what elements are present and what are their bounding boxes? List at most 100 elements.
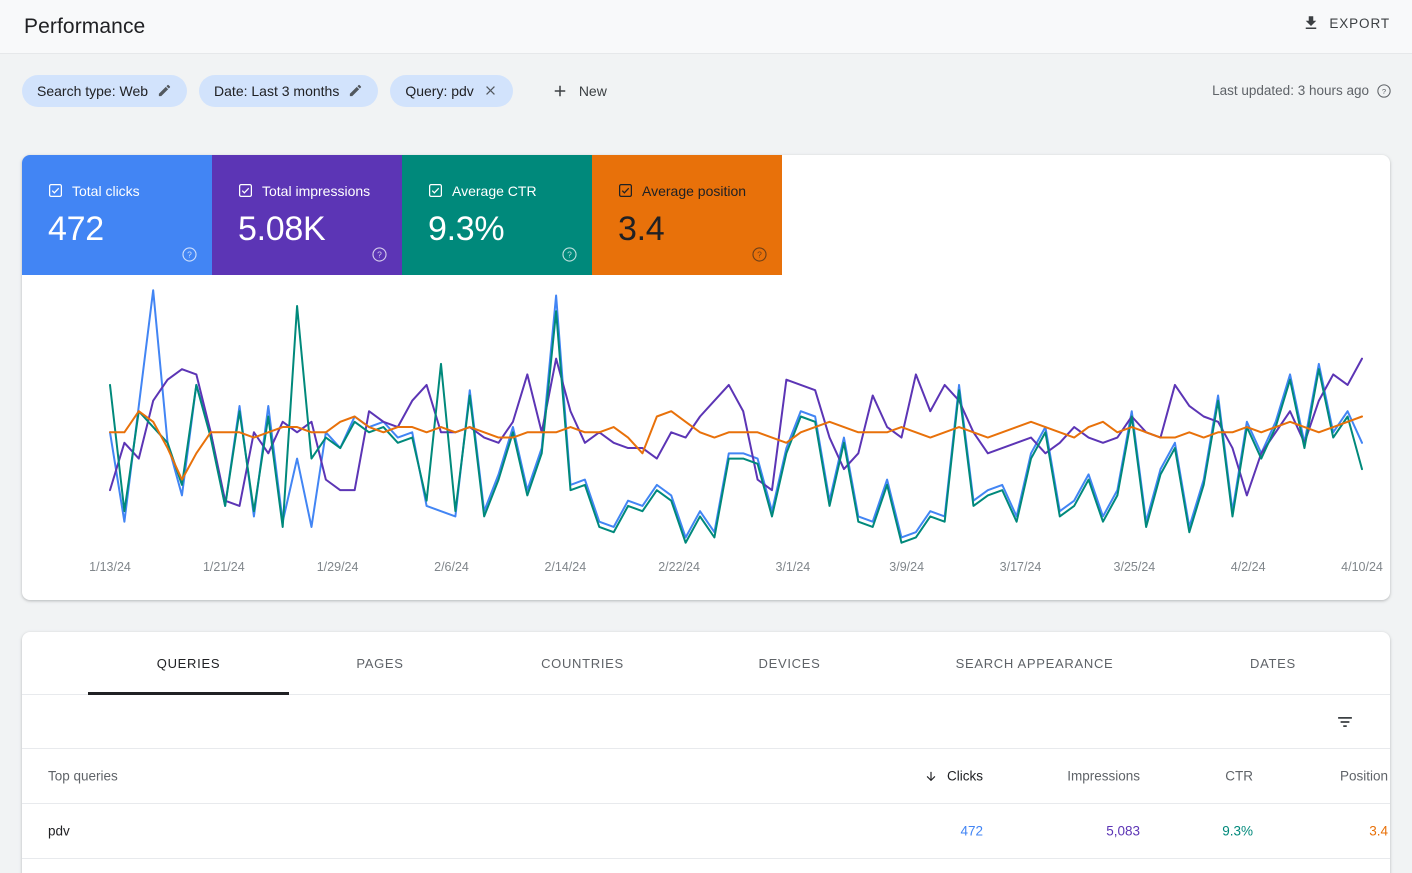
filter-chip-list: Search type: Web Date: Last 3 months Que… [22,74,617,107]
column-header-label: Clicks [947,768,983,784]
filter-chip-date[interactable]: Date: Last 3 months [199,74,379,107]
metric-card-average-position[interactable]: Average position 3.4? [592,155,782,275]
x-axis-tick: 2/22/24 [658,560,700,574]
tab-label: PAGES [356,656,404,671]
plus-icon [551,82,569,100]
tab-pages[interactable]: PAGES [312,632,448,695]
column-header-clicks[interactable]: Clicks [924,769,983,784]
cell-clicks: 472 [960,823,983,839]
checkbox-checked-icon[interactable] [48,183,63,198]
x-axis-tick: 3/9/24 [889,560,925,574]
metric-value: 9.3% [428,210,505,248]
chart-series-average-ctr [109,305,1363,544]
column-header-impressions[interactable]: Impressions [1067,769,1140,784]
metric-value: 3.4 [618,210,665,248]
filter-bar: Search type: Web Date: Last 3 months Que… [0,55,1412,126]
export-button[interactable]: EXPORT [1292,8,1400,38]
new-filter-button[interactable]: New [541,76,617,106]
chip-label: Date: Last 3 months [214,82,340,99]
column-header-query[interactable]: Top queries [48,769,118,784]
help-circle-icon[interactable]: ? [751,246,768,263]
metric-card-total-clicks[interactable]: Total clicks 472? [22,155,212,275]
metric-label: Total clicks [72,182,140,199]
dimension-table-card: QUERIES PAGES COUNTRIES DEVICES SEARCH APPEA… [22,632,1390,873]
svg-text:?: ? [1382,86,1386,95]
column-header-ctr[interactable]: CTR [1225,769,1253,784]
last-updated-label: Last updated: 3 hours ago [1212,83,1369,98]
x-axis-tick: 3/1/24 [775,560,811,574]
page-title: Performance [24,14,146,38]
help-circle-icon[interactable]: ? [561,246,578,263]
x-axis-tick: 4/10/24 [1341,560,1383,574]
metric-card-total-impressions[interactable]: Total impressions 5.08K? [212,155,402,275]
tab-dates[interactable]: DATES [1182,632,1364,695]
x-axis-tick: 2/14/24 [544,560,587,574]
filter-chip-query[interactable]: Query: pdv [390,74,513,107]
x-axis-tick: 3/25/24 [1113,560,1156,574]
pencil-icon[interactable] [157,83,172,98]
table-row[interactable]: pdv 472 5,083 9.3% 3.4 [22,804,1390,859]
tab-queries[interactable]: QUERIES [88,632,289,695]
chart-plot-area: 1/13/24 1/21/24 1/29/24 2/6/24 2/14/24 2/22/2… [22,275,1390,600]
chip-label: Search type: Web [37,82,149,99]
cell-ctr: 9.3% [1222,823,1253,839]
metric-cards: Total clicks 472? Total impressions 5.08K? A… [22,155,1390,275]
arrow-down-icon [924,769,938,783]
table-header-row: Top queries Clicks Impressions CTR Position [22,749,1390,804]
export-label: EXPORT [1329,15,1390,31]
help-circle-icon[interactable]: ? [1376,83,1392,99]
tab-label: SEARCH APPEARANCE [955,656,1114,671]
checkbox-checked-icon[interactable] [238,183,253,198]
table-toolbar [22,695,1390,749]
svg-text:?: ? [757,250,762,260]
dimension-tabs: QUERIES PAGES COUNTRIES DEVICES SEARCH APPEA… [22,632,1390,695]
x-axis-tick: 4/2/24 [1230,560,1266,574]
close-icon[interactable] [483,83,498,98]
new-filter-label: New [578,82,607,99]
help-circle-icon[interactable]: ? [181,246,198,263]
x-axis-tick: 1/29/24 [316,560,359,574]
metric-label: Total impressions [262,182,371,199]
metric-value: 5.08K [238,210,326,248]
svg-text:?: ? [567,250,572,260]
checkbox-checked-icon[interactable] [428,183,443,198]
performance-chart-card: Total clicks 472? Total impressions 5.08K? A… [22,155,1390,600]
metric-label-row: Total clicks [48,183,212,198]
metric-value: 472 [48,210,104,248]
tab-devices[interactable]: DEVICES [722,632,857,695]
metric-label-row: Average CTR [428,183,592,198]
svg-text:?: ? [377,250,382,260]
download-icon [1302,14,1320,32]
cell-position: 3.4 [1369,823,1388,839]
filter-chip-search-type[interactable]: Search type: Web [22,74,188,107]
table-body: pdv 472 5,083 9.3% 3.4 [22,804,1390,859]
top-bar: Performance EXPORT [0,0,1412,54]
metric-label: Average CTR [452,182,537,199]
metric-label-row: Average position [618,183,782,198]
tab-countries[interactable]: COUNTRIES [510,632,655,695]
help-circle-icon[interactable]: ? [371,246,388,263]
metric-label-row: Total impressions [238,183,402,198]
tab-search-appearance[interactable]: SEARCH APPEARANCE [922,632,1147,695]
performance-line-chart [109,289,1363,544]
x-axis-tick: 3/17/24 [999,560,1042,574]
metric-card-average-ctr[interactable]: Average CTR 9.3%? [402,155,592,275]
tab-label: COUNTRIES [541,656,624,671]
tab-label: QUERIES [156,656,221,671]
x-axis-tick: 1/21/24 [202,560,245,574]
column-header-position[interactable]: Position [1340,769,1388,784]
metric-label: Average position [642,182,747,199]
chart-series-total-clicks [109,289,1363,539]
cell-query[interactable]: pdv [48,824,70,839]
x-axis-tick: 2/6/24 [434,560,469,574]
tab-label: DEVICES [758,656,821,671]
tab-label: DATES [1250,656,1296,671]
filter-icon[interactable] [1334,711,1356,733]
last-updated: Last updated: 3 hours ago ? [1212,83,1392,99]
pencil-icon[interactable] [348,83,363,98]
cell-impressions: 5,083 [1106,823,1140,839]
checkbox-checked-icon[interactable] [618,183,633,198]
performance-page: Performance EXPORT Search type: Web Date… [0,0,1412,873]
svg-text:?: ? [187,250,192,260]
chip-label: Query: pdv [405,82,474,99]
